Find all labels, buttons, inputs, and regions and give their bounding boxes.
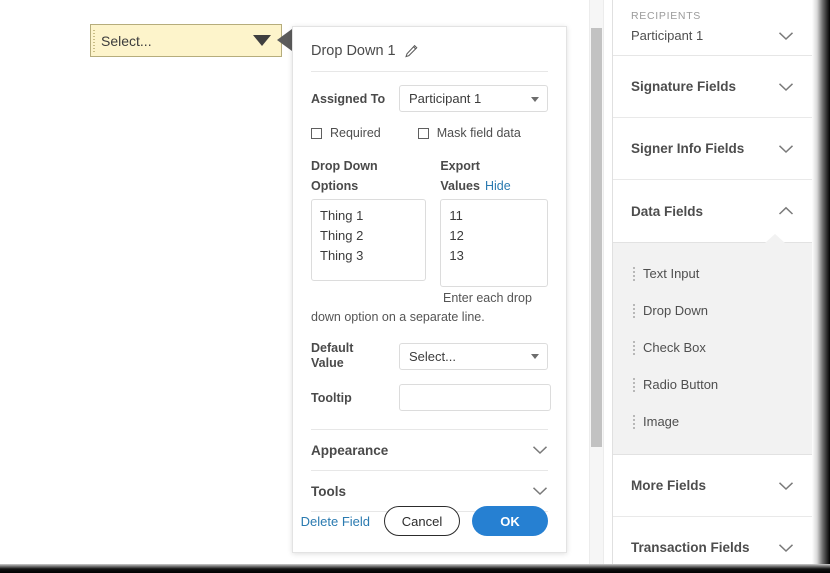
sidebar-scrollbar-thumb[interactable] xyxy=(590,27,603,448)
export-values-column: Export Values Hide 11 12 13 xyxy=(440,156,548,287)
default-value-label-line1: Default xyxy=(311,341,353,355)
data-field-item-radio-button[interactable]: Radio Button xyxy=(613,366,812,403)
ok-button[interactable]: OK xyxy=(472,506,548,536)
data-field-item-text-input[interactable]: Text Input xyxy=(613,255,812,292)
default-value-text: Select... xyxy=(409,349,456,364)
window-bottom-edge xyxy=(0,564,830,573)
pencil-icon[interactable] xyxy=(404,44,419,59)
recipients-kicker: RECIPIENTS xyxy=(631,10,794,22)
checkbox-row: Required Mask field data xyxy=(311,126,548,140)
chevron-down-icon xyxy=(778,543,794,553)
drag-handle-icon xyxy=(633,341,635,355)
drop-down-options-label-line2: Options xyxy=(311,179,358,193)
cancel-button[interactable]: Cancel xyxy=(384,506,460,536)
chevron-down-icon xyxy=(531,97,539,102)
caret-down-icon xyxy=(253,35,271,46)
tooltip-row: Tooltip xyxy=(311,384,548,411)
sidebar-section-label: Transaction Fields xyxy=(631,540,750,555)
drop-down-options-textarea[interactable]: Thing 1 Thing 2 Thing 3 xyxy=(311,199,426,281)
default-value-label: Default Value xyxy=(311,341,399,371)
default-value-label-line2: Value xyxy=(311,356,344,370)
sidebar-section-more-fields[interactable]: More Fields xyxy=(613,455,812,517)
sidebar-section-transaction-fields[interactable]: Transaction Fields xyxy=(613,517,812,566)
data-fields-panel: Text Input Drop Down Check Box Radio But… xyxy=(613,242,812,455)
mask-field-data-checkbox[interactable] xyxy=(418,128,429,139)
mask-field-data-label: Mask field data xyxy=(437,126,521,140)
required-checkbox[interactable] xyxy=(311,128,322,139)
options-helper-text-line2: down option on a separate line. xyxy=(311,310,485,324)
sidebar-section-data-fields[interactable]: Data Fields xyxy=(613,180,812,242)
assigned-to-label: Assigned To xyxy=(311,92,399,106)
sidebar-section-signature-fields[interactable]: Signature Fields xyxy=(613,56,812,118)
data-field-item-label: Check Box xyxy=(643,340,706,355)
sidebar-section-label: Data Fields xyxy=(631,204,703,219)
field-properties-dialog: Drop Down 1 Assigned To Participant 1 Re xyxy=(292,26,567,553)
drag-handle-icon xyxy=(633,267,635,281)
chevron-down-icon xyxy=(531,354,539,359)
panel-notch-icon xyxy=(765,234,785,243)
data-field-item-label: Drop Down xyxy=(643,303,708,318)
drop-down-options-label: Drop Down Options xyxy=(311,156,426,196)
options-helper-text-line1: Enter each drop xyxy=(443,291,532,305)
export-values-textarea[interactable]: 11 12 13 xyxy=(440,199,548,287)
chevron-down-icon xyxy=(778,31,794,41)
sidebar-section-signer-info-fields[interactable]: Signer Info Fields xyxy=(613,118,812,180)
hide-export-values-link[interactable]: Hide xyxy=(485,179,511,193)
data-field-item-image[interactable]: Image xyxy=(613,403,812,440)
assigned-to-value: Participant 1 xyxy=(409,91,481,106)
export-values-label: Export Values Hide xyxy=(440,156,548,196)
default-value-row: Default Value Select... xyxy=(311,341,548,371)
data-field-item-label: Radio Button xyxy=(643,377,718,392)
sidebar-section-label: More Fields xyxy=(631,478,706,493)
recipient-name: Participant 1 xyxy=(631,28,703,43)
dialog-footer: Delete Field Cancel OK xyxy=(293,490,566,552)
options-helper-text: Enter each drop xyxy=(443,289,548,308)
document-canvas: Select... Drop Down 1 Assigned To Partic… xyxy=(0,0,830,573)
data-field-item-label: Text Input xyxy=(643,266,699,281)
recipient-selector[interactable]: Participant 1 xyxy=(631,28,794,43)
drop-down-options-label-line1: Drop Down xyxy=(311,159,378,173)
document-dropdown-field-text: Select... xyxy=(101,33,253,49)
document-dropdown-field[interactable]: Select... xyxy=(90,24,282,57)
drag-handle-icon xyxy=(633,378,635,392)
appearance-section-label: Appearance xyxy=(311,443,388,458)
assigned-to-row: Assigned To Participant 1 xyxy=(311,85,548,112)
popover-pointer-icon xyxy=(277,29,292,51)
default-value-select[interactable]: Select... xyxy=(399,343,548,370)
options-export-row: Drop Down Options Thing 1 Thing 2 Thing … xyxy=(311,156,548,287)
drag-handle-icon xyxy=(633,415,635,429)
data-field-item-check-box[interactable]: Check Box xyxy=(613,329,812,366)
tooltip-input[interactable] xyxy=(399,384,551,411)
tooltip-label: Tooltip xyxy=(311,391,399,405)
window-right-edge xyxy=(812,0,830,566)
delete-field-link[interactable]: Delete Field xyxy=(301,514,370,529)
chevron-down-icon xyxy=(532,445,548,455)
sidebar-section-label: Signature Fields xyxy=(631,79,736,94)
data-field-item-drop-down[interactable]: Drop Down xyxy=(613,292,812,329)
appearance-section-header[interactable]: Appearance xyxy=(311,429,548,470)
chevron-down-icon xyxy=(778,144,794,154)
fields-sidebar: RECIPIENTS Participant 1 Signature Field… xyxy=(612,0,812,566)
data-field-item-label: Image xyxy=(643,414,679,429)
chevron-down-icon xyxy=(778,481,794,491)
dialog-title-row: Drop Down 1 xyxy=(311,27,548,72)
export-values-label-text: Export Values xyxy=(440,159,480,193)
sidebar-section-label: Signer Info Fields xyxy=(631,141,744,156)
drop-down-options-column: Drop Down Options Thing 1 Thing 2 Thing … xyxy=(311,156,426,287)
field-drag-grip-icon xyxy=(93,30,95,52)
options-helper-text-2: down option on a separate line. xyxy=(311,308,548,327)
required-label: Required xyxy=(330,126,381,140)
assigned-to-select[interactable]: Participant 1 xyxy=(399,85,548,112)
drag-handle-icon xyxy=(633,304,635,318)
recipients-block: RECIPIENTS Participant 1 xyxy=(613,0,812,56)
chevron-down-icon xyxy=(778,82,794,92)
dialog-title: Drop Down 1 xyxy=(311,43,396,59)
sidebar-scrollbar[interactable] xyxy=(589,0,604,566)
chevron-up-icon xyxy=(778,206,794,216)
